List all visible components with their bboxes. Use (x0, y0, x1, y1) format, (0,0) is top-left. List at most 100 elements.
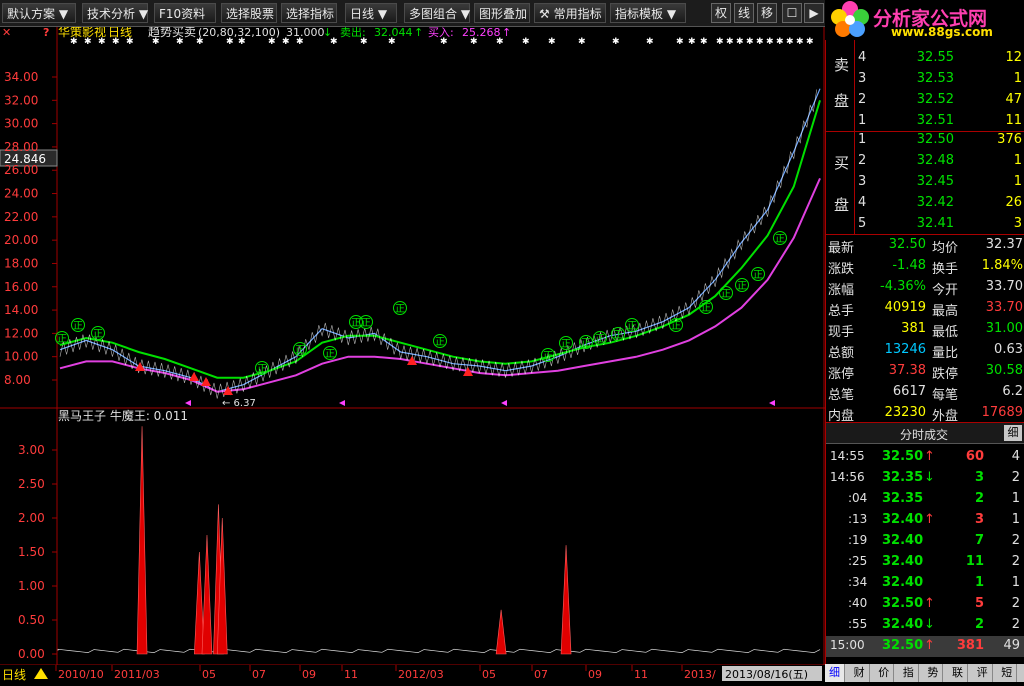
bottom-tab[interactable]: 指 (899, 664, 919, 682)
signal-star-icon: ✱ (716, 37, 724, 47)
tick-row[interactable]: :19 32.40 7 2 (826, 531, 1024, 552)
help-icon[interactable]: ? (43, 26, 49, 39)
tick-row[interactable]: :34 32.40 1 1 (826, 573, 1024, 594)
signal-star-icon: ✱ (296, 37, 304, 47)
volume: 12 (1005, 50, 1022, 65)
tick-row[interactable]: :40 32.50 ↑ 5 2 (826, 594, 1024, 615)
x-axis-label: 05 (202, 668, 216, 681)
quote-value: 32.50 (888, 237, 926, 252)
quote-label: 跌停 (932, 367, 959, 382)
level: 4 (858, 50, 867, 65)
tick-price: 32.50 (882, 638, 924, 653)
order-book-row[interactable]: 1 32.51 11 (826, 111, 1024, 132)
quote-value: -4.36% (880, 279, 926, 294)
marker-icon (185, 400, 191, 406)
window-icon[interactable]: ☐ (782, 3, 802, 23)
order-book-row[interactable]: 4 32.42 26 (826, 193, 1024, 214)
buy-signal-label: 正 (753, 270, 763, 281)
line-button[interactable]: 线 (734, 3, 754, 23)
signal-star-icon: ✱ (646, 37, 654, 47)
tick-row[interactable]: 14:55 32.50 ↑ 60 4 (826, 447, 1024, 468)
play-icon[interactable]: ▶ (804, 3, 824, 23)
tick-row[interactable]: 14:56 32.35 ↓ 3 2 (826, 468, 1024, 489)
select-indicator-button[interactable]: 选择指标 (281, 3, 337, 23)
tick-row[interactable]: :13 32.40 ↑ 3 1 (826, 510, 1024, 531)
sell-signal-icon (201, 377, 211, 386)
close-x-icon[interactable]: ✕ (2, 26, 11, 39)
tick-time: :55 (848, 617, 868, 631)
signal-star-icon: ✱ (756, 37, 764, 47)
y-tick-label: 18.00 (4, 256, 38, 270)
tech-analysis-menu[interactable]: 技术分析 ▼ (82, 3, 148, 23)
signal-star-icon: ✱ (496, 37, 504, 47)
signal-star-icon: ✱ (176, 37, 184, 47)
detail-button[interactable]: 细 (1004, 425, 1022, 441)
tick-volume: 3 (974, 512, 984, 527)
signal-star-icon: ✱ (726, 37, 734, 47)
common-indicators-menu[interactable]: ⚒ 常用指标 (534, 3, 606, 23)
quote-row: 最新 32.50 均价 32.37 (826, 235, 1024, 256)
price: 32.52 (916, 92, 954, 107)
y-tick-label: 10.00 (4, 350, 38, 364)
buy-signal-label: 正 (295, 345, 305, 356)
quote-value: 6617 (892, 384, 926, 399)
y-tick-label: 28.00 (4, 140, 38, 154)
indicator-template-menu[interactable]: 指标模板 ▼ (610, 3, 686, 23)
arrow-up-icon: ↑ (924, 449, 935, 464)
price: 32.51 (916, 113, 954, 128)
tick-row[interactable]: :25 32.40 11 2 (826, 552, 1024, 573)
rights-button[interactable]: 权 (711, 3, 731, 23)
tick-row[interactable]: 15:00 32.50 ↑ 381 49 (826, 636, 1024, 657)
tick-volume: 60 (965, 449, 984, 464)
sell-signal-icon (189, 372, 199, 381)
x-axis-label: 2010/10 (58, 668, 104, 681)
period-daily-menu[interactable]: 日线 ▼ (345, 3, 397, 23)
volume: 1 (1013, 71, 1022, 86)
f10-info-button[interactable]: F10资料 (154, 3, 216, 23)
bottom-tab[interactable]: 财 (850, 664, 870, 682)
overlay-button[interactable]: 图形叠加 (474, 3, 530, 23)
marker-icon (501, 400, 507, 406)
order-book-row[interactable]: 3 32.53 1 (826, 69, 1024, 90)
chart-svg: ✕ ? 华策影视 日线 趋势买卖 (20,80,32,100) 31.000 ↓… (0, 24, 825, 682)
bottom-tab[interactable]: 价 (874, 664, 895, 682)
tick-header-label: 分时成交 (900, 428, 949, 442)
signal-star-icon: ✱ (112, 37, 120, 47)
bottom-tab[interactable]: 细 (825, 664, 845, 682)
order-book-side-label: 卖 (834, 56, 850, 74)
order-book-row[interactable]: 5 32.41 3 (826, 214, 1024, 235)
signal-star-icon: ✱ (688, 37, 696, 47)
bottom-tab[interactable]: 联 (948, 664, 968, 682)
tick-row[interactable]: :55 32.40 ↓ 2 2 (826, 615, 1024, 636)
order-book-row[interactable]: 2 32.52 47 (826, 90, 1024, 111)
spike-bar (495, 609, 507, 655)
buy-signal-label: 正 (57, 334, 67, 345)
buy-signal-label: 正 (701, 303, 711, 314)
tick-price: 32.40 (882, 575, 924, 590)
marker-icon (339, 400, 345, 406)
order-book-row[interactable]: 4 32.55 12 (826, 48, 1024, 69)
select-stock-button[interactable]: 选择股票 (221, 3, 277, 23)
buy-value: 25.268 (462, 27, 501, 39)
y-tick-label: 24.00 (4, 187, 38, 201)
bottom-tab[interactable]: 评 (973, 664, 993, 682)
move-button[interactable]: 移 (757, 3, 777, 23)
multi-chart-menu[interactable]: 多图组合 ▼ (404, 3, 470, 23)
tick-time: 15:00 (830, 638, 865, 652)
quote-label: 均价 (932, 241, 959, 256)
bottom-tab[interactable]: 势 (923, 664, 944, 682)
default-scheme-menu[interactable]: 默认方案 ▼ (2, 3, 76, 23)
spike-bar (201, 534, 213, 655)
tick-time: :40 (848, 596, 868, 610)
order-book-row[interactable]: 1 32.50 376 (826, 130, 1024, 151)
level: 3 (858, 71, 867, 86)
tick-row[interactable]: :04 32.35 2 1 (826, 489, 1024, 510)
quote-value: 381 (901, 321, 926, 336)
order-book-row[interactable]: 3 32.45 1 (826, 172, 1024, 193)
bottom-tab[interactable]: 短 (997, 664, 1018, 682)
chart-area[interactable]: ✕ ? 华策影视 日线 趋势买卖 (20,80,32,100) 31.000 ↓… (0, 24, 825, 682)
quote-value: 1.84% (981, 258, 1023, 273)
order-book-row[interactable]: 2 32.48 1 (826, 151, 1024, 172)
quote-label: 现手 (828, 325, 855, 340)
tick-volume: 1 (974, 575, 984, 590)
